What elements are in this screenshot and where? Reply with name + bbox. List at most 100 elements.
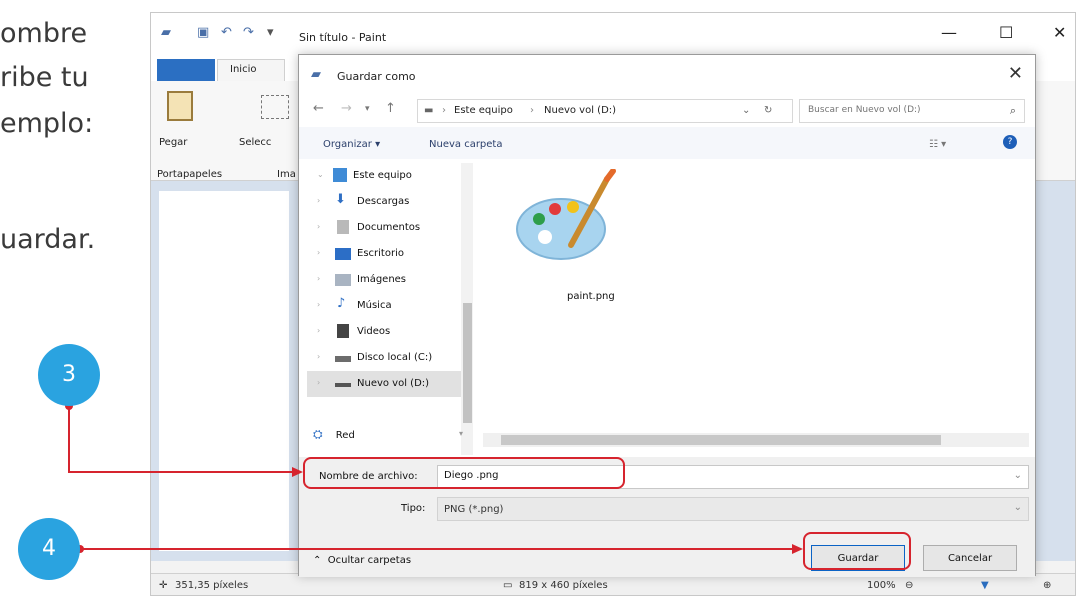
hide-folders-label: Ocultar carpetas <box>327 555 412 566</box>
tab-inicio[interactable]: Inicio <box>217 59 285 81</box>
sidebar-item-label: Este equipo <box>353 170 412 181</box>
canvas-size-icon: ▭ <box>503 580 513 591</box>
tab-file[interactable] <box>157 59 215 81</box>
horizontal-scrollbar[interactable] <box>483 433 1029 447</box>
chevron-right-icon[interactable]: › <box>317 300 320 309</box>
sidebar-item-imagenes[interactable]: › Imágenes <box>307 267 467 293</box>
save-highlight <box>803 532 911 570</box>
recent-dropdown-icon[interactable]: ▾ <box>365 104 370 114</box>
search-icon[interactable]: ⌕ <box>1010 104 1016 118</box>
dialog-app-icon: ▰ <box>311 67 321 82</box>
desktop-icon <box>335 248 351 260</box>
chevron-down-icon[interactable]: ⌄ <box>742 105 750 116</box>
cancel-button[interactable]: Cancelar <box>923 545 1017 571</box>
quick-access-dropdown-icon[interactable]: ▾ <box>267 25 274 40</box>
organize-label: Organizar <box>323 139 372 150</box>
file-name: paint.png <box>567 291 615 302</box>
hide-folders-button[interactable]: ⌃ Ocultar carpetas <box>313 555 411 566</box>
up-arrow-icon[interactable]: ↑ <box>385 101 396 116</box>
command-bar: Organizar ▾ Nueva carpeta ☷ ▾ ? <box>299 127 1035 159</box>
zoom-in-icon[interactable]: ⊕ <box>1043 580 1051 591</box>
zoom-out-icon[interactable]: ⊖ <box>905 580 913 591</box>
step-4-badge: 4 <box>18 518 80 580</box>
sidebar-item-label: Descargas <box>357 196 410 207</box>
horizontal-scrollbar-thumb[interactable] <box>501 435 941 445</box>
forward-arrow-icon[interactable]: → <box>341 101 352 116</box>
chevron-right-icon[interactable]: › <box>317 378 320 387</box>
save-icon[interactable]: ▣ <box>197 25 209 40</box>
chevron-right-icon[interactable]: › <box>317 326 320 335</box>
navigation-pane: ⌄ Este equipo › ⬇ Descargas › Documentos… <box>307 163 473 455</box>
step-3-badge: 3 <box>38 344 100 406</box>
scroll-down-icon[interactable]: ▾ <box>459 429 463 438</box>
documents-icon <box>337 220 349 234</box>
chevron-down-icon[interactable]: ⌄ <box>1014 502 1022 513</box>
chevron-right-icon[interactable]: › <box>317 274 320 283</box>
chevron-right-icon[interactable]: › <box>317 248 320 257</box>
chevron-right-icon[interactable]: › <box>317 196 320 205</box>
sidebar-item-documentos[interactable]: › Documentos <box>307 215 467 241</box>
refresh-icon[interactable]: ↻ <box>764 105 772 116</box>
maximize-icon[interactable]: ☐ <box>999 23 1013 42</box>
file-list: paint.png <box>471 159 1037 459</box>
drive-icon <box>335 383 351 387</box>
type-value: PNG (*.png) <box>444 504 504 515</box>
close-icon[interactable]: ✕ <box>1053 23 1066 42</box>
sidebar-item-descargas[interactable]: › ⬇ Descargas <box>307 189 467 215</box>
paste-icon[interactable] <box>167 91 193 121</box>
chevron-down-icon[interactable]: ⌄ <box>317 170 324 179</box>
type-select[interactable]: PNG (*.png) ⌄ <box>437 497 1029 521</box>
select-icon[interactable] <box>261 95 289 119</box>
cursor-icon: ✛ <box>159 580 168 591</box>
dialog-nav-bar: ← → ▾ ↑ ▬ › Este equipo › Nuevo vol (D:)… <box>299 93 1035 127</box>
address-bar[interactable]: ▬ › Este equipo › Nuevo vol (D:) ⌄ ↻ <box>417 99 793 123</box>
minimize-icon[interactable]: — <box>941 23 957 42</box>
paint-window-title: Sin título - Paint <box>299 31 387 44</box>
view-options-icon[interactable]: ☷ ▾ <box>929 139 946 150</box>
status-coords: 351,35 píxeles <box>175 580 249 591</box>
chevron-right-icon[interactable]: › <box>317 222 320 231</box>
chevron-right-icon: › <box>442 105 446 116</box>
search-input[interactable] <box>808 105 988 115</box>
tutorial-text-line: ribe tu <box>0 62 89 93</box>
breadcrumb-este-equipo[interactable]: Este equipo <box>454 105 513 116</box>
select-button[interactable]: Selecc <box>239 137 271 148</box>
sidebar-item-nuevo-vol[interactable]: › Nuevo vol (D:) <box>307 371 467 397</box>
zoom-slider-icon[interactable]: ▼ <box>981 580 989 591</box>
drawing-canvas[interactable] <box>159 191 289 551</box>
sidebar-item-red[interactable]: ⛭ Red ▾ <box>313 427 463 442</box>
paint-title-bar: ▰ ▣ ↶ ↷ ▾ Sin título - Paint — ☐ ✕ <box>151 13 1075 53</box>
sidebar-item-label: Videos <box>357 326 391 337</box>
filename-highlight <box>303 457 625 489</box>
sidebar-item-label: Red <box>335 430 355 441</box>
sidebar-item-escritorio[interactable]: › Escritorio <box>307 241 467 267</box>
close-icon[interactable]: ✕ <box>1008 63 1023 84</box>
chevron-up-icon: ⌃ <box>313 555 322 566</box>
breadcrumb-nuevo-vol[interactable]: Nuevo vol (D:) <box>544 105 616 116</box>
redo-icon[interactable]: ↷ <box>243 25 254 40</box>
sidebar-item-label: Música <box>357 300 392 311</box>
help-icon[interactable]: ? <box>1003 135 1017 149</box>
dialog-title: Guardar como <box>337 70 416 83</box>
file-item[interactable]: paint.png <box>509 168 629 302</box>
back-arrow-icon[interactable]: ← <box>313 101 324 116</box>
new-folder-button[interactable]: Nueva carpeta <box>429 139 502 150</box>
type-label: Tipo: <box>401 503 426 514</box>
download-icon: ⬇ <box>335 192 346 207</box>
sidebar-item-disco-local[interactable]: › Disco local (C:) <box>307 345 467 371</box>
disk-icon <box>335 356 351 362</box>
paste-button[interactable]: Pegar <box>159 137 187 148</box>
dialog-footer: ⌃ Ocultar carpetas Guardar Cancelar <box>299 529 1035 577</box>
status-canvas-size: 819 x 460 píxeles <box>519 580 608 591</box>
sidebar-item-musica[interactable]: › ♪ Música <box>307 293 467 319</box>
sidebar-item-label: Escritorio <box>357 248 404 259</box>
organize-button[interactable]: Organizar ▾ <box>323 139 380 150</box>
sidebar-item-videos[interactable]: › Videos <box>307 319 467 345</box>
chevron-right-icon[interactable]: › <box>317 352 320 361</box>
chevron-down-icon[interactable]: ⌄ <box>1014 470 1022 481</box>
videos-icon <box>337 324 349 338</box>
undo-icon[interactable]: ↶ <box>221 25 232 40</box>
drive-icon: ▬ <box>424 105 434 116</box>
sidebar-item-este-equipo[interactable]: ⌄ Este equipo <box>307 163 467 189</box>
sidebar-item-label: Documentos <box>357 222 421 233</box>
